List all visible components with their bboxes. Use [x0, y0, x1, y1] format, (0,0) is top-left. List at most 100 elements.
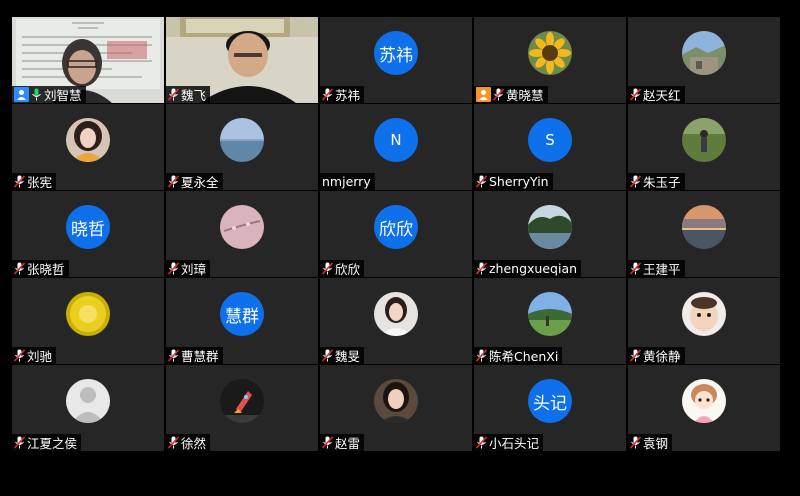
avatar	[528, 292, 572, 337]
participant-name: 魏旻	[335, 349, 361, 364]
participant-tile[interactable]: zhengxueqian	[474, 191, 626, 277]
participant-name: 苏祎	[335, 88, 361, 103]
participant-tile[interactable]: 慧群 曹慧群	[166, 278, 318, 364]
participant-name: 刘智慧	[44, 88, 82, 103]
participant-tile[interactable]: 苏祎 苏祎	[320, 17, 472, 103]
avatar	[682, 31, 726, 76]
participant-tile[interactable]: 魏飞	[166, 17, 318, 103]
participant-name: 江夏之侯	[27, 436, 78, 451]
participant-name: nmjerry	[322, 174, 371, 189]
participant-name: 黄晓慧	[506, 88, 544, 103]
host-badge-icon	[14, 87, 29, 102]
mic-muted-icon	[168, 436, 179, 449]
participant-nametag: 刘驰	[12, 347, 57, 364]
participant-tile[interactable]: 魏旻	[320, 278, 472, 364]
participant-tile[interactable]: 黄徐静	[628, 278, 780, 364]
participant-name: 赵天红	[643, 88, 681, 103]
participant-nametag: 刘璋	[166, 260, 211, 277]
participant-tile[interactable]: 赵天红	[628, 17, 780, 103]
avatar	[220, 379, 264, 424]
participant-nametag: 张宪	[12, 173, 57, 190]
mic-muted-icon	[630, 175, 641, 188]
participant-name: 朱玉子	[643, 175, 681, 190]
mic-muted-icon	[630, 349, 641, 362]
participant-nametag: 苏祎	[320, 86, 365, 103]
mic-muted-icon	[14, 175, 25, 188]
participant-tile[interactable]: 头记 小石头记	[474, 365, 626, 451]
participant-tile[interactable]: 刘驰	[12, 278, 164, 364]
mic-muted-icon	[168, 88, 179, 101]
participant-name: SherryYin	[489, 174, 549, 189]
avatar	[66, 292, 110, 337]
participant-tile[interactable]: 刘璋	[166, 191, 318, 277]
mic-muted-icon	[630, 436, 641, 449]
participant-tile[interactable]: 晓哲 张晓哲	[12, 191, 164, 277]
participant-nametag: 魏飞	[166, 86, 211, 103]
participant-nametag: 欣欣	[320, 260, 365, 277]
participant-tile[interactable]: 赵雷	[320, 365, 472, 451]
participant-tile[interactable]: N nmjerry	[320, 104, 472, 190]
participant-nametag: 朱玉子	[628, 173, 685, 190]
participant-name: 小石头记	[489, 436, 540, 451]
avatar	[374, 379, 418, 424]
mic-muted-icon	[322, 262, 333, 275]
participant-tile[interactable]: 王建平	[628, 191, 780, 277]
avatar	[220, 118, 264, 163]
gallery-grid: 刘智慧 魏飞 苏祎 苏祎 黄晓慧 赵天红 张宪 夏永全 N nmjerry S …	[12, 17, 780, 451]
avatar	[682, 292, 726, 337]
participant-name: 赵雷	[335, 436, 361, 451]
participant-nametag: 王建平	[628, 260, 685, 277]
mic-muted-icon	[322, 349, 333, 362]
participant-tile[interactable]: 朱玉子	[628, 104, 780, 190]
participant-tile[interactable]: 江夏之侯	[12, 365, 164, 451]
participant-tile[interactable]: 黄晓慧	[474, 17, 626, 103]
participant-name: 曹慧群	[181, 349, 219, 364]
participant-tile[interactable]: 徐然	[166, 365, 318, 451]
participant-nametag: 赵天红	[628, 86, 685, 103]
participant-name: 黄徐静	[643, 349, 681, 364]
participant-nametag: 赵雷	[320, 434, 365, 451]
participant-nametag: 魏旻	[320, 347, 365, 364]
avatar: 慧群	[220, 292, 264, 337]
avatar: N	[374, 118, 418, 163]
participant-name: 王建平	[643, 262, 681, 277]
mic-muted-icon	[493, 88, 504, 101]
participant-name: 袁钢	[643, 436, 669, 451]
participant-tile[interactable]: 张宪	[12, 104, 164, 190]
participant-tile[interactable]: 刘智慧	[12, 17, 164, 103]
participant-nametag: 袁钢	[628, 434, 673, 451]
avatar	[374, 292, 418, 337]
mic-muted-icon	[14, 349, 25, 362]
participant-name: 张晓哲	[27, 262, 65, 277]
avatar: 头记	[528, 379, 572, 424]
participant-tile[interactable]: 袁钢	[628, 365, 780, 451]
participant-nametag: 黄晓慧	[474, 86, 548, 103]
participant-nametag: 陈希ChenXi	[474, 347, 563, 364]
mic-muted-icon	[630, 262, 641, 275]
participant-nametag: 江夏之侯	[12, 434, 82, 451]
avatar	[66, 118, 110, 163]
participant-tile[interactable]: 陈希ChenXi	[474, 278, 626, 364]
participant-name: 刘驰	[27, 349, 53, 364]
avatar	[682, 379, 726, 424]
participant-nametag: SherryYin	[474, 173, 553, 190]
mic-muted-icon	[476, 175, 487, 188]
mic-muted-icon	[322, 88, 333, 101]
participant-tile[interactable]: S SherryYin	[474, 104, 626, 190]
participant-name: zhengxueqian	[489, 261, 578, 276]
participant-nametag: 黄徐静	[628, 347, 685, 364]
participant-name: 魏飞	[181, 88, 207, 103]
participant-nametag: 小石头记	[474, 434, 544, 451]
avatar: 欣欣	[374, 205, 418, 250]
avatar: 苏祎	[374, 31, 418, 76]
mic-muted-icon	[322, 436, 333, 449]
participant-tile[interactable]: 欣欣 欣欣	[320, 191, 472, 277]
participant-tile[interactable]: 夏永全	[166, 104, 318, 190]
avatar	[682, 118, 726, 163]
cohost-badge-icon	[476, 87, 491, 102]
avatar	[528, 31, 572, 76]
avatar	[220, 205, 264, 250]
participant-name: 陈希ChenXi	[489, 349, 559, 364]
mic-muted-icon	[14, 262, 25, 275]
avatar	[682, 205, 726, 250]
